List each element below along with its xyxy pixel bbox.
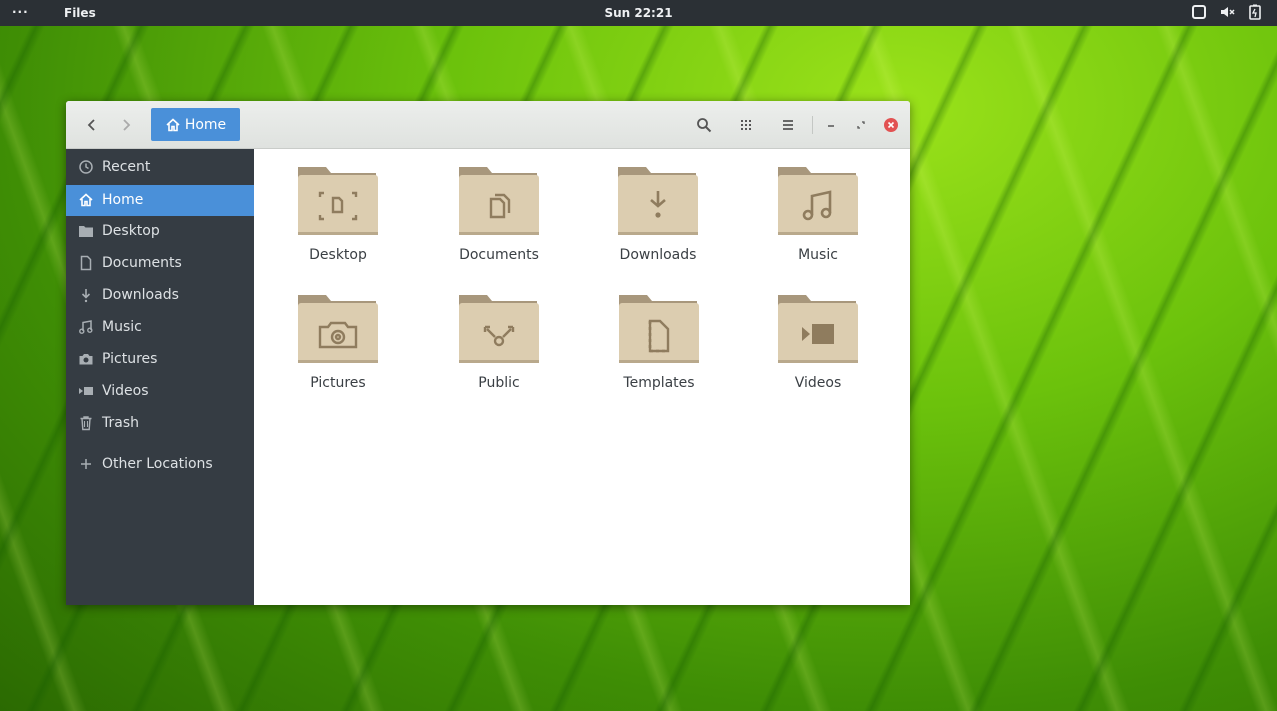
sidebar-item-downloads[interactable]: Downloads	[66, 280, 254, 311]
path-bar-label: Home	[184, 116, 227, 133]
clock[interactable]: Sun 22:21	[0, 6, 1277, 20]
download-icon	[78, 287, 94, 303]
minimize-button[interactable]	[818, 113, 844, 137]
minimize-icon	[828, 125, 834, 127]
sidebar-item-label: Videos	[102, 383, 149, 399]
sidebar-item-label: Desktop	[102, 223, 160, 239]
battery-icon[interactable]	[1247, 4, 1263, 20]
close-button[interactable]	[878, 113, 904, 137]
camera-icon	[78, 351, 94, 367]
sidebar-item-documents[interactable]: Documents	[66, 248, 254, 279]
sidebar-item-label: Documents	[102, 255, 182, 271]
forward-button[interactable]	[113, 113, 139, 137]
trash-icon	[78, 415, 94, 431]
folder-music-icon	[774, 163, 862, 239]
hamburger-icon	[783, 120, 793, 130]
document-icon	[78, 255, 94, 271]
files-window: Home Recent Home Desktop Documents Downl…	[66, 101, 910, 605]
folder-item-templates[interactable]: Templates	[594, 277, 724, 397]
file-label: Documents	[459, 247, 539, 263]
restore-button[interactable]	[848, 113, 874, 137]
system-tray[interactable]	[1191, 4, 1263, 20]
restore-icon	[857, 121, 865, 129]
sidebar: Recent Home Desktop Documents Downloads …	[66, 149, 254, 605]
file-label: Public	[478, 375, 520, 391]
folder-templates-icon	[615, 291, 703, 367]
top-bar: ··· Files Sun 22:21	[0, 0, 1277, 26]
folder-desktop-icon	[294, 163, 382, 239]
folder-item-pictures[interactable]: Pictures	[273, 277, 403, 397]
file-label: Downloads	[619, 247, 697, 263]
folder-pictures-icon	[294, 291, 382, 367]
folder-item-videos[interactable]: Videos	[753, 277, 883, 397]
folder-documents-icon	[455, 163, 543, 239]
file-label: Templates	[623, 375, 695, 391]
path-bar-home-button[interactable]: Home	[151, 108, 240, 141]
sidebar-item-label: Pictures	[102, 351, 158, 367]
volume-muted-icon[interactable]	[1219, 4, 1235, 20]
sidebar-item-recent[interactable]: Recent	[66, 152, 254, 183]
file-label: Desktop	[309, 247, 367, 263]
clock-icon	[78, 159, 94, 175]
file-grid: Desktop Documents Downloads Music Pictur…	[254, 149, 910, 605]
chevron-right-icon	[123, 119, 131, 131]
sidebar-item-trash[interactable]: Trash	[66, 408, 254, 439]
plus-icon	[78, 456, 94, 472]
folder-item-music[interactable]: Music	[753, 149, 883, 269]
folder-item-documents[interactable]: Documents	[434, 149, 564, 269]
sidebar-item-home[interactable]: Home	[66, 185, 254, 216]
music-icon	[78, 319, 94, 335]
sidebar-item-label: Home	[102, 192, 144, 208]
file-label: Pictures	[310, 375, 366, 391]
menu-button[interactable]	[775, 113, 801, 137]
file-label: Music	[798, 247, 838, 263]
sidebar-item-label: Music	[102, 319, 142, 335]
sidebar-item-pictures[interactable]: Pictures	[66, 344, 254, 375]
grid-icon	[741, 120, 751, 130]
search-icon	[697, 118, 712, 133]
folder-public-icon	[455, 291, 543, 367]
file-label: Videos	[794, 375, 842, 391]
sidebar-item-label: Other Locations	[102, 456, 213, 472]
sidebar-item-label: Recent	[102, 159, 151, 175]
window-icon[interactable]	[1191, 4, 1207, 20]
sidebar-item-label: Trash	[102, 415, 139, 431]
folder-item-public[interactable]: Public	[434, 277, 564, 397]
sidebar-item-music[interactable]: Music	[66, 312, 254, 343]
video-icon	[78, 383, 94, 399]
folder-downloads-icon	[614, 163, 702, 239]
close-icon	[884, 118, 898, 132]
sidebar-item-label: Downloads	[102, 287, 179, 303]
search-button[interactable]	[691, 113, 717, 137]
sidebar-item-desktop[interactable]: Desktop	[66, 216, 254, 247]
sidebar-item-videos[interactable]: Videos	[66, 376, 254, 407]
folder-item-desktop[interactable]: Desktop	[273, 149, 403, 269]
sidebar-item-other-locations[interactable]: Other Locations	[66, 449, 254, 480]
home-icon	[166, 117, 180, 131]
header-separator	[812, 116, 813, 134]
home-icon	[78, 192, 94, 208]
folder-videos-icon	[774, 291, 862, 367]
folder-icon	[78, 223, 94, 239]
header-bar: Home	[66, 101, 910, 149]
folder-item-downloads[interactable]: Downloads	[593, 149, 723, 269]
view-mode-button[interactable]	[733, 113, 759, 137]
chevron-left-icon	[87, 119, 95, 131]
back-button[interactable]	[79, 113, 105, 137]
